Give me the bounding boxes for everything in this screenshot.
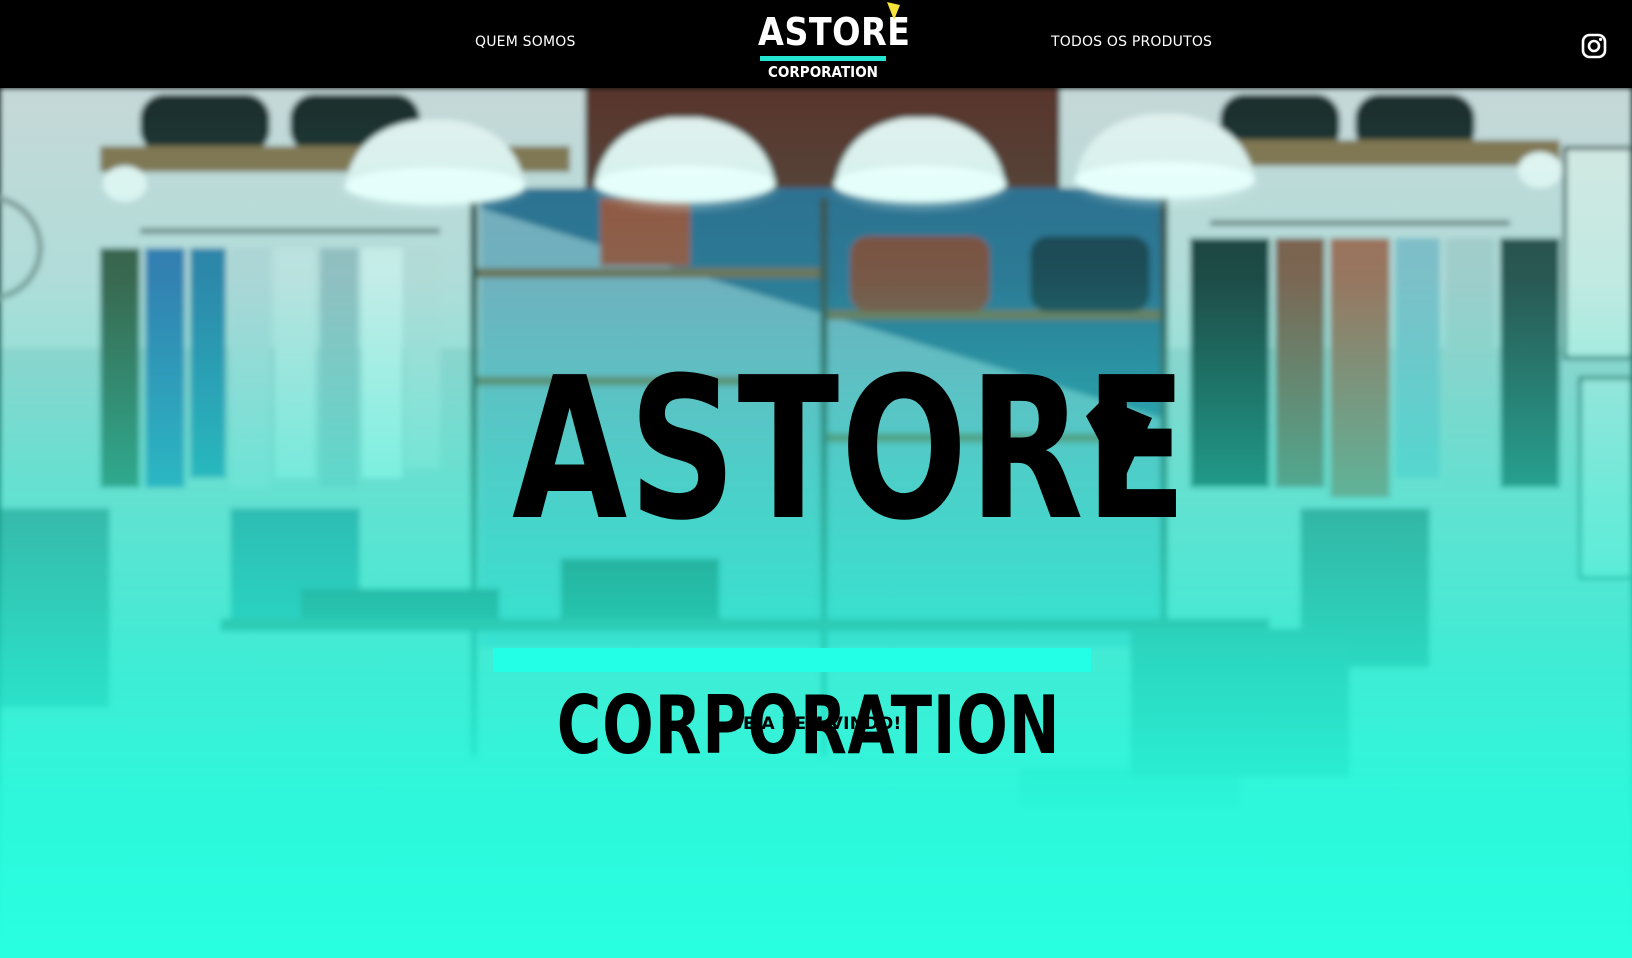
nav-todos-os-produtos[interactable]: TODOS OS PRODUTOS: [1051, 34, 1212, 50]
top-nav-bar: QUEM SOMOS ASTORE CORPORATION TODOS OS P…: [0, 0, 1632, 88]
nav-quem-somos[interactable]: QUEM SOMOS: [475, 34, 576, 50]
welcome-text: SEJA BEM-VINDO!: [730, 714, 902, 734]
header-logo[interactable]: ASTORE CORPORATION: [758, 2, 911, 82]
instagram-icon[interactable]: [1581, 33, 1607, 59]
diamond-mark-icon: [1086, 398, 1152, 484]
header-logo-sub: CORPORATION: [768, 63, 878, 81]
header-logo-bar: [760, 56, 886, 61]
header-logo-word: ASTORE: [758, 10, 911, 54]
diamond-mark-icon: [887, 2, 900, 20]
hero-title: ASTORE: [512, 336, 1189, 564]
hero-section: ASTORE CORPORATION SEJA BEM-VINDO!: [0, 88, 1632, 958]
hero-logo: ASTORE CORPORATION: [480, 306, 1189, 768]
hero-accent-bar: [493, 648, 1091, 672]
